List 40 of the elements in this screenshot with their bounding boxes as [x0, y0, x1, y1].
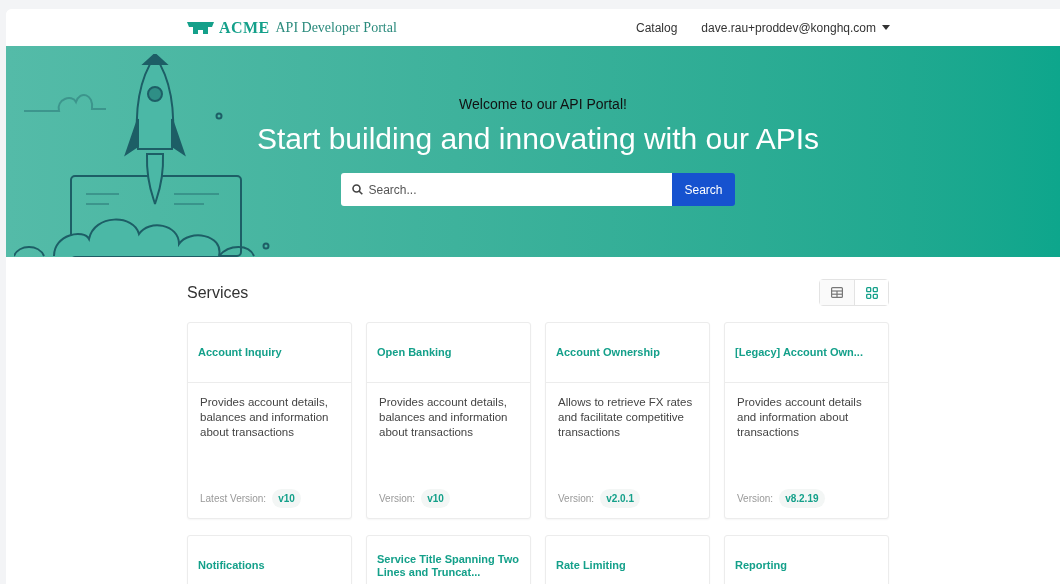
search-button[interactable]: Search	[672, 173, 735, 206]
version-label: Version:	[379, 492, 416, 506]
card-title: Service Title Spanning Two Lines and Truncat...	[377, 552, 520, 579]
view-toggle-option[interactable]	[820, 280, 854, 305]
welcome-text: Welcome to our API Portal!	[459, 95, 627, 114]
version-tag: v2.0.1	[600, 489, 640, 508]
logo-text: ACME	[219, 17, 270, 38]
version-label: Version:	[558, 492, 595, 506]
table-icon	[831, 287, 843, 298]
hero-headline: Start building and innovating with our APIs	[257, 121, 819, 157]
card-title: Notifications	[198, 559, 265, 572]
search-icon	[352, 184, 364, 195]
service-card[interactable]: Account Inquiry Provides account details, balances and information about transactions Latest Version: v10	[187, 322, 352, 519]
card-description: Allows to retrieve FX rates and facilitate competitive transactions	[557, 395, 694, 440]
grid-icon	[865, 286, 878, 299]
portal-name: API Developer Portal	[275, 19, 397, 37]
card-title: Open Banking	[377, 346, 452, 359]
version-tag: v10	[272, 489, 301, 508]
card-title: Reporting	[735, 559, 787, 572]
version-label: Version:	[737, 492, 774, 506]
version-tag: v10	[421, 489, 450, 508]
service-card[interactable]: Account Ownership Allows to retrieve FX rates and facilitate competitive transactions Version: v2.0.1	[545, 322, 710, 519]
card-description: Provides account details, balances and information about transactions	[378, 395, 509, 440]
logo-icon	[187, 21, 214, 34]
card-description: Provides account details, balances and information about transactions	[199, 395, 330, 440]
version-label: Latest Version:	[200, 492, 267, 506]
search-field[interactable]: Search...	[341, 173, 673, 206]
card-description: Provides account details and information about transactions	[736, 395, 863, 440]
view-toggle-option[interactable]	[854, 280, 888, 305]
version-tag: v8.2.19	[779, 489, 825, 508]
card-title: Rate Limiting	[556, 559, 626, 572]
section-title: Services	[187, 282, 249, 303]
caret-icon	[882, 25, 890, 30]
card-title: Account Inquiry	[198, 346, 282, 359]
service-card[interactable]: [Legacy] Account Own... Provides account details and information about transactions Version: v8.2.19	[724, 322, 889, 519]
user-menu[interactable]: dave.rau+proddev@konghq.com	[701, 18, 890, 37]
service-card[interactable]: Open Banking Provides account details, balances and information about transactions Version: v10	[366, 322, 531, 519]
nav-link[interactable]: Catalog	[636, 18, 678, 37]
card-title: [Legacy] Account Own...	[735, 346, 863, 359]
card-title: Account Ownership	[556, 346, 660, 359]
